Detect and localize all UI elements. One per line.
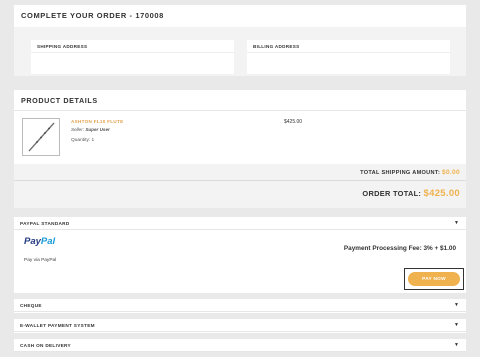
order-total: ORDER TOTAL: $425.00 (362, 188, 460, 199)
billing-address-label: BILLING ADDRESS (247, 40, 450, 53)
product-details-title: PRODUCT DETAILS (14, 90, 466, 111)
cash-on-delivery-label: CASH ON DELIVERY (20, 343, 71, 348)
paypal-logo-pay: Pay (24, 236, 41, 247)
order-total-value: $425.00 (423, 188, 460, 199)
product-price: $425.00 (284, 119, 303, 125)
paypal-logo: PayPal (24, 236, 55, 247)
flute-image (28, 122, 55, 152)
product-image[interactable] (22, 118, 60, 156)
total-shipping-amount: TOTAL SHIPPING AMOUNT: $0.00 (360, 169, 460, 176)
product-details-card: PRODUCT DETAILS ASHTON FL10 FLUTE Seller… (14, 90, 466, 208)
order-total-label: ORDER TOTAL: (362, 189, 422, 198)
product-name-link[interactable]: ASHTON FL10 FLUTE (71, 119, 124, 124)
payment-methods-card: PAYPAL STANDARD ▼ PayPal Pay via PayPal … (14, 217, 466, 352)
chevron-down-icon: ▼ (454, 220, 459, 226)
chevron-down-icon: ▼ (454, 342, 459, 348)
seller-prefix: Seller: (71, 127, 86, 132)
paypal-logo-pal: Pal (40, 236, 56, 247)
seller-name: Super User (85, 127, 110, 132)
billing-address-box: BILLING ADDRESS (247, 40, 450, 74)
processing-fee: Payment Processing Fee: 3% + $1.00 (343, 245, 456, 252)
paypal-standard-label: PAYPAL STANDARD (20, 221, 70, 226)
shipping-label: TOTAL SHIPPING AMOUNT: (360, 170, 441, 176)
ewallet-label: E-WALLET PAYMENT SYSTEM (20, 323, 95, 328)
shipping-address-label: SHIPPING ADDRESS (31, 40, 234, 53)
order-title: COMPLETE YOUR ORDER - 170008 (14, 5, 466, 27)
chevron-down-icon: ▼ (454, 302, 459, 308)
order-summary-card: COMPLETE YOUR ORDER - 170008 SHIPPING AD… (14, 5, 466, 76)
payment-option-cod[interactable]: CASH ON DELIVERY ▼ (14, 339, 466, 352)
payment-option-cheque[interactable]: CHEQUE ▼ (14, 299, 466, 312)
payment-option-paypal[interactable]: PAYPAL STANDARD ▼ (14, 217, 466, 230)
pay-now-highlight: PAY NOW (404, 268, 464, 290)
pay-now-button[interactable]: PAY NOW (408, 272, 460, 286)
totals-divider (14, 180, 466, 181)
shipping-value: $0.00 (441, 169, 460, 176)
payment-option-ewallet[interactable]: E-WALLET PAYMENT SYSTEM ▼ (14, 319, 466, 332)
product-row: ASHTON FL10 FLUTE Seller: Super User Qua… (14, 115, 466, 156)
pay-via-paypal-text: Pay via PayPal (24, 258, 57, 263)
product-quantity: Quantity: 1 (71, 138, 95, 143)
product-seller: Seller: Super User (71, 127, 110, 132)
cheque-label: CHEQUE (20, 303, 42, 308)
order-totals: TOTAL SHIPPING AMOUNT: $0.00 ORDER TOTAL… (14, 164, 466, 208)
shipping-address-box: SHIPPING ADDRESS (31, 40, 234, 74)
chevron-down-icon: ▼ (454, 322, 459, 328)
